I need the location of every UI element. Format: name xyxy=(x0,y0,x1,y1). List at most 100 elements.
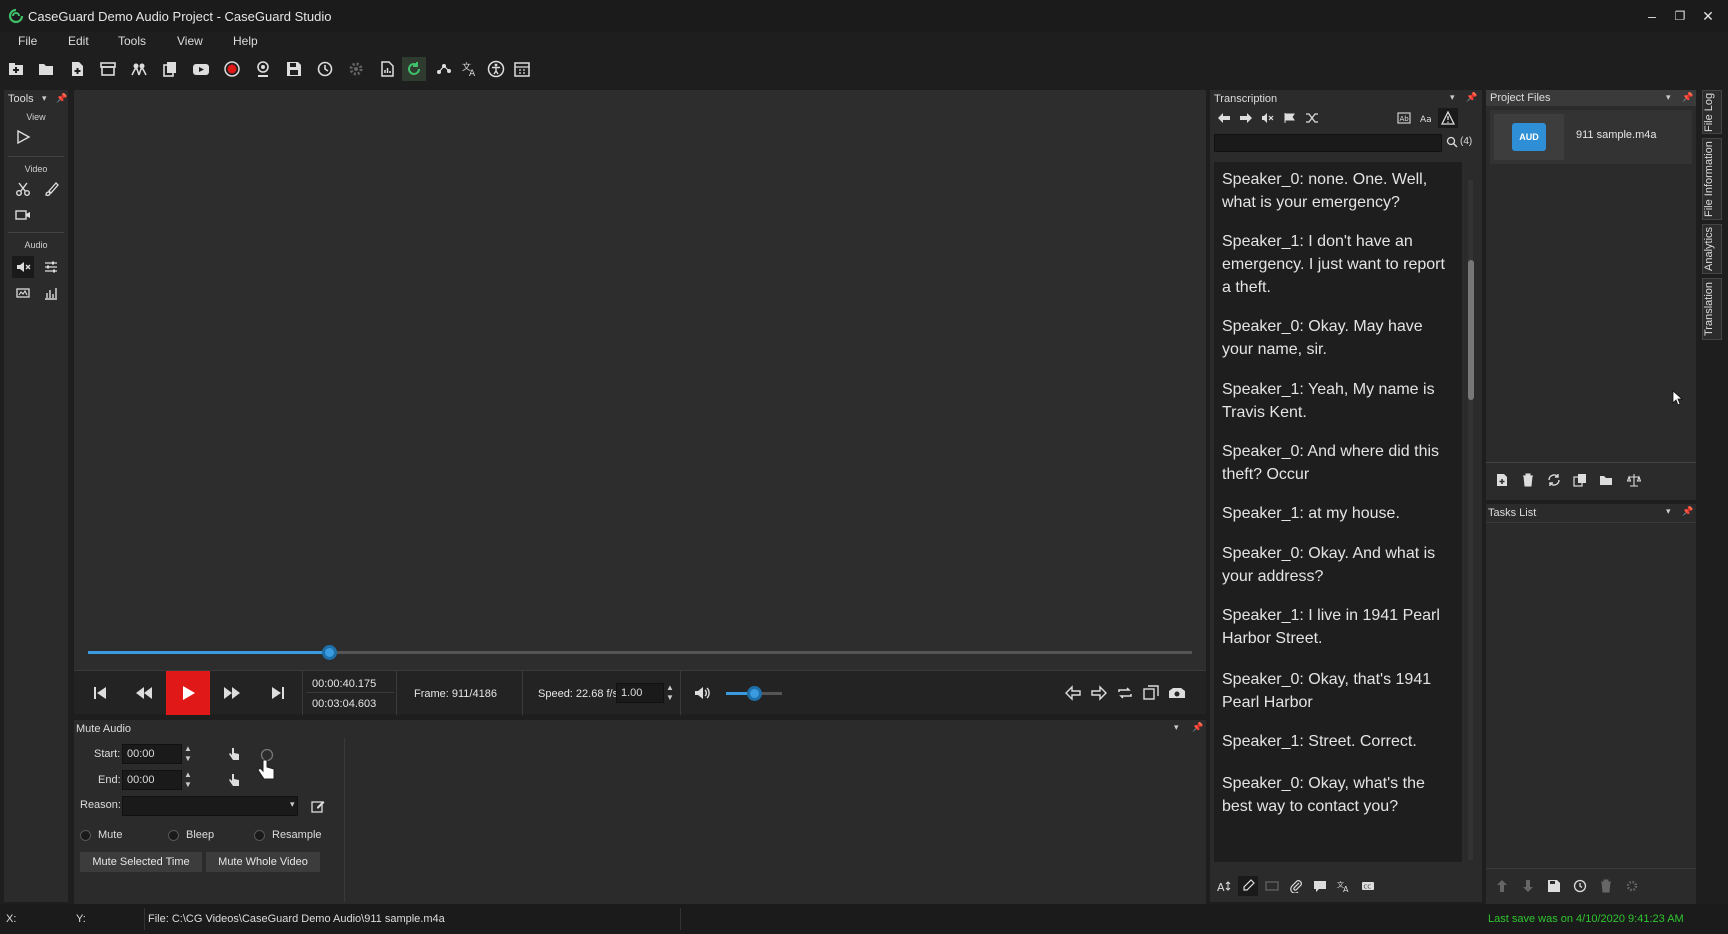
comment-icon[interactable] xyxy=(1310,876,1330,896)
detect-people-icon[interactable] xyxy=(127,57,151,81)
volume-slider[interactable] xyxy=(726,686,782,701)
delete-icon[interactable] xyxy=(1518,470,1538,490)
transcript-scrollbar[interactable] xyxy=(1466,170,1474,870)
pin-icon[interactable]: 📌 xyxy=(1682,506,1693,517)
project-file-item[interactable]: AUD 911 sample.m4a xyxy=(1490,110,1692,164)
pin-icon[interactable]: 📌 xyxy=(56,93,67,104)
fast-forward-icon[interactable] xyxy=(210,671,254,715)
audio-analytics-icon[interactable] xyxy=(40,282,62,304)
menu-tools[interactable]: Tools xyxy=(118,34,146,48)
copy-icon[interactable] xyxy=(158,57,182,81)
tab-file-log[interactable]: File Log xyxy=(1702,90,1722,134)
tab-analytics[interactable]: Analytics xyxy=(1702,224,1722,274)
transcript-utterance[interactable]: Speaker_0: Okay, that's 1941 Pearl Harbo… xyxy=(1222,668,1454,714)
speaker-flag-icon[interactable] xyxy=(1280,108,1300,128)
shuffle-icon[interactable] xyxy=(1302,108,1322,128)
speed-input[interactable]: 1.00 xyxy=(616,683,664,703)
bleep-radio[interactable] xyxy=(168,830,179,841)
match-case-icon[interactable]: Aa xyxy=(1416,108,1436,128)
transcript-utterance[interactable]: Speaker_1: I don't have an emergency. I … xyxy=(1222,230,1454,299)
transcript-utterance[interactable]: Speaker_0: none. One. Well, what is your… xyxy=(1222,168,1454,214)
volume-slider-handle[interactable] xyxy=(747,686,762,701)
start-stepper-icon[interactable]: ▲ ▼ xyxy=(184,744,192,764)
mute-whole-video-button[interactable]: Mute Whole Video xyxy=(206,852,320,872)
refresh-green-icon[interactable] xyxy=(402,57,426,81)
closed-caption-icon[interactable]: CC xyxy=(1358,876,1378,896)
transcription-search-input[interactable] xyxy=(1214,134,1442,152)
report-icon[interactable] xyxy=(375,57,399,81)
end-stepper-icon[interactable]: ▲ ▼ xyxy=(184,770,192,790)
menu-file[interactable]: File xyxy=(18,34,37,48)
panel-menu-icon[interactable]: ▾ xyxy=(1666,506,1671,517)
settings-gear-icon[interactable] xyxy=(344,57,368,81)
transcript-utterance[interactable]: Speaker_0: And where did this theft? Occ… xyxy=(1222,440,1454,486)
speed-stepper-icon[interactable]: ▲ ▼ xyxy=(666,683,674,703)
set-end-hand-icon[interactable] xyxy=(226,772,242,788)
skip-to-end-icon[interactable] xyxy=(256,671,300,715)
resample-radio[interactable] xyxy=(254,830,265,841)
close-button[interactable]: ✕ xyxy=(1694,4,1722,28)
new-project-icon[interactable] xyxy=(4,57,28,81)
balance-scale-icon[interactable] xyxy=(1624,470,1644,490)
transcript-utterance[interactable]: Speaker_0: Okay, what's the best way to … xyxy=(1222,772,1454,818)
search-icon[interactable] xyxy=(1446,136,1458,148)
youtube-icon[interactable] xyxy=(189,57,213,81)
fit-window-icon[interactable] xyxy=(1138,671,1164,715)
equalizer-icon[interactable] xyxy=(40,256,62,278)
transcript-utterance[interactable]: Speaker_1: Yeah, My name is Travis Kent. xyxy=(1222,378,1454,424)
menu-help[interactable]: Help xyxy=(233,34,258,48)
open-folder-icon[interactable] xyxy=(34,57,58,81)
webcam-icon[interactable] xyxy=(251,57,275,81)
pin-icon[interactable]: 📌 xyxy=(1192,722,1203,733)
record-icon[interactable] xyxy=(220,57,244,81)
subtitle-track-icon[interactable] xyxy=(1262,876,1282,896)
text-box-icon[interactable]: Ab xyxy=(1394,108,1414,128)
transcript-utterance[interactable]: Speaker_1: I live in 1941 Pearl Harbor S… xyxy=(1222,604,1454,650)
mute-speaker-icon[interactable] xyxy=(12,256,34,278)
move-down-icon[interactable] xyxy=(1518,876,1538,896)
mute-word-icon[interactable] xyxy=(1258,108,1278,128)
mute-radio[interactable] xyxy=(80,830,91,841)
play-button[interactable] xyxy=(166,671,210,715)
network-icon[interactable] xyxy=(432,57,456,81)
reason-select[interactable] xyxy=(122,796,298,816)
archive-icon[interactable] xyxy=(96,57,120,81)
menu-edit[interactable]: Edit xyxy=(68,34,89,48)
loop-icon[interactable] xyxy=(1112,671,1138,715)
skip-to-start-icon[interactable] xyxy=(78,671,122,715)
end-time-input[interactable]: 00:00 xyxy=(122,770,182,790)
accessibility-icon[interactable] xyxy=(484,57,508,81)
tab-file-information[interactable]: File Information xyxy=(1702,138,1722,220)
volume-icon[interactable] xyxy=(680,671,724,715)
transcript-utterance[interactable]: Speaker_1: Street. Correct. xyxy=(1222,730,1454,753)
refresh-icon[interactable] xyxy=(1544,470,1564,490)
duplicate-icon[interactable] xyxy=(1570,470,1590,490)
mute-selected-time-button[interactable]: Mute Selected Time xyxy=(80,852,202,872)
panel-menu-icon[interactable]: ▾ xyxy=(1666,92,1671,103)
move-up-icon[interactable] xyxy=(1492,876,1512,896)
save-task-icon[interactable] xyxy=(1544,876,1564,896)
pin-icon[interactable]: 📌 xyxy=(1466,92,1477,103)
history-icon[interactable] xyxy=(1570,876,1590,896)
start-time-input[interactable]: 00:00 xyxy=(122,744,182,764)
restore-button[interactable]: ❐ xyxy=(1666,4,1694,28)
transcript-utterance[interactable]: Speaker_0: Okay. May have your name, sir… xyxy=(1222,315,1454,361)
panel-menu-icon[interactable]: ▾ xyxy=(42,93,47,104)
open-folder-icon[interactable] xyxy=(1596,470,1616,490)
next-marker-icon[interactable] xyxy=(1086,671,1112,715)
prev-marker-icon[interactable] xyxy=(1060,671,1086,715)
arrow-left-icon[interactable] xyxy=(1214,108,1234,128)
delete-task-icon[interactable] xyxy=(1596,876,1616,896)
rewind-icon[interactable] xyxy=(122,671,166,715)
task-settings-icon[interactable] xyxy=(1622,876,1642,896)
calendar-icon[interactable] xyxy=(510,57,534,81)
transcript-utterance[interactable]: Speaker_1: at my house. xyxy=(1222,502,1454,525)
seek-bar-handle[interactable] xyxy=(321,645,337,660)
history-icon[interactable] xyxy=(313,57,337,81)
transcript-utterance[interactable]: Speaker_0: Okay. And what is your addres… xyxy=(1222,542,1454,588)
video-viewport[interactable] xyxy=(74,90,1206,670)
add-file-icon[interactable] xyxy=(1492,470,1512,490)
snapshot-icon[interactable] xyxy=(1164,671,1190,715)
font-size-icon[interactable]: A xyxy=(1214,876,1234,896)
chevron-down-icon[interactable]: ▾ xyxy=(290,799,295,810)
